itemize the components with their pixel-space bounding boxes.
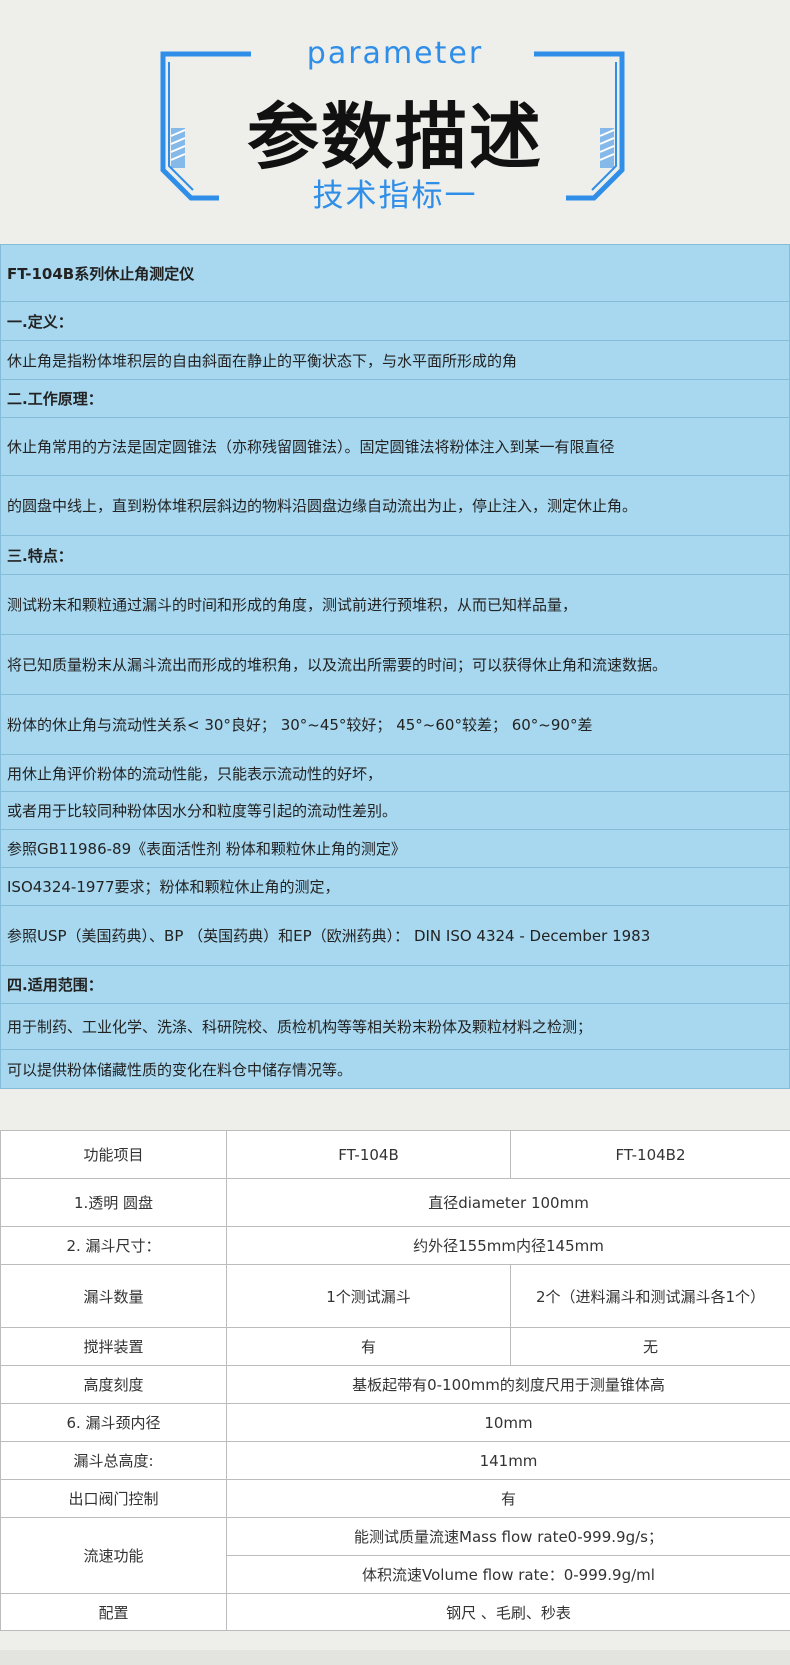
table-row: 配置 钢尺 、毛刷、秒表 — [0, 1593, 790, 1631]
row-label: 漏斗数量 — [0, 1264, 227, 1328]
info-row: 参照USP（美国药典）、BP （英国药典）和EP（欧洲药典）： DIN ISO … — [1, 906, 789, 966]
table-row: 搅拌装置 有 无 — [0, 1327, 790, 1366]
row-value: 直径diameter 100mm — [226, 1178, 790, 1227]
info-row: 用休止角评价粉体的流动性能，只能表示流动性的好坏， — [1, 755, 789, 792]
info-row: 休止角是指粉体堆积层的自由斜面在静止的平衡状态下，与水平面所形成的角 — [1, 341, 789, 380]
info-row: 测试粉末和颗粒通过漏斗的时间和形成的角度，测试前进行预堆积，从而已知样品量， — [1, 575, 789, 635]
table-row: 2. 漏斗尺寸： 约外径155mm内径145mm — [0, 1226, 790, 1265]
row-value: 体积流速Volume flow rate：0-999.9g/ml — [226, 1555, 790, 1594]
table-header-row: 功能项目 FT-104B FT-104B2 — [0, 1130, 790, 1179]
table-row: 1.透明 圆盘 直径diameter 100mm — [0, 1178, 790, 1227]
header-subtitle-zh: 技术指标一 — [312, 178, 478, 214]
info-row: 参照GB11986-89《表面活性剂 粉体和颗粒休止角的测定》 — [1, 830, 789, 868]
info-row: 休止角常用的方法是固定圆锥法（亦称残留圆锥法）。固定圆锥法将粉体注入到某一有限直… — [1, 418, 789, 476]
table-row: 出口阀门控制 有 — [0, 1479, 790, 1518]
header-cell-item: 功能项目 — [0, 1130, 227, 1179]
row-label: 1.透明 圆盘 — [0, 1178, 227, 1227]
page-header: parameter 参数描述 技术指标一 — [0, 0, 790, 240]
row-value-model-2: 2个（进料漏斗和测试漏斗各1个） — [510, 1264, 790, 1328]
info-row: 或者用于比较同种粉体因水分和粒度等引起的流动性差别。 — [1, 792, 789, 830]
row-label: 出口阀门控制 — [0, 1479, 227, 1518]
row-label: 配置 — [0, 1593, 227, 1631]
info-row: 的圆盘中线上，直到粉体堆积层斜边的物料沿圆盘边缘自动流出为止，停止注入，测定休止… — [1, 476, 789, 536]
row-value: 基板起带有0-100mm的刻度尺用于测量锥体高 — [226, 1365, 790, 1404]
table-row: 6. 漏斗颈内径 10mm — [0, 1403, 790, 1442]
row-label: 高度刻度 — [0, 1365, 227, 1404]
info-row: 将已知质量粉末从漏斗流出而形成的堆积角，以及流出所需要的时间；可以获得休止角和流… — [1, 635, 789, 695]
info-row-heading-features: 三.特点： — [1, 536, 789, 575]
row-label: 漏斗总高度: — [0, 1441, 227, 1480]
info-row-product-name: FT-104B系列休止角测定仪 — [1, 245, 789, 302]
row-value-model-1: 有 — [226, 1327, 511, 1366]
row-value: 能测试质量流速Mass flow rate0-999.9g/s； — [226, 1517, 790, 1556]
info-row-heading-scope: 四.适用范围： — [1, 966, 789, 1004]
row-label: 流速功能 — [0, 1517, 227, 1594]
row-value-model-2: 无 — [510, 1327, 790, 1366]
page-title: 参数描述 — [246, 95, 543, 179]
info-row: 用于制药、工业化学、洗涤、科研院校、质检机构等等相关粉末粉体及颗粒材料之检测； — [1, 1004, 789, 1050]
bottom-band — [0, 1650, 790, 1665]
info-row-heading-principle: 二.工作原理： — [1, 380, 789, 418]
product-info-block: FT-104B系列休止角测定仪 一.定义： 休止角是指粉体堆积层的自由斜面在静止… — [0, 244, 790, 1089]
spec-table: 功能项目 FT-104B FT-104B2 1.透明 圆盘 直径diameter… — [0, 1130, 790, 1631]
header-cell-model-1: FT-104B — [226, 1130, 511, 1179]
header-subtitle-en: parameter — [306, 36, 484, 71]
info-row: 可以提供粉体储藏性质的变化在料仓中储存情况等。 — [7, 1060, 353, 1079]
row-value-model-1: 1个测试漏斗 — [226, 1264, 511, 1328]
row-value: 约外径155mm内径145mm — [226, 1226, 790, 1265]
row-value: 10mm — [226, 1403, 790, 1442]
info-row: 粉体的休止角与流动性关系< 30°良好； 30°~45°较好； 45°~60°较… — [1, 695, 789, 755]
row-label: 2. 漏斗尺寸： — [0, 1226, 227, 1265]
row-label: 6. 漏斗颈内径 — [0, 1403, 227, 1442]
table-row: 漏斗总高度: 141mm — [0, 1441, 790, 1480]
row-value: 有 — [226, 1479, 790, 1518]
table-row: 流速功能 能测试质量流速Mass flow rate0-999.9g/s； — [0, 1517, 790, 1594]
table-row: 高度刻度 基板起带有0-100mm的刻度尺用于测量锥体高 — [0, 1365, 790, 1404]
info-row-heading-definition: 一.定义： — [1, 302, 789, 341]
row-label: 搅拌装置 — [0, 1327, 227, 1366]
table-row: 漏斗数量 1个测试漏斗 2个（进料漏斗和测试漏斗各1个） — [0, 1264, 790, 1328]
header-cell-model-2: FT-104B2 — [510, 1130, 790, 1179]
row-value: 钢尺 、毛刷、秒表 — [226, 1593, 790, 1631]
info-row: ISO4324-1977要求；粉体和颗粒休止角的测定， — [1, 868, 789, 906]
row-value: 141mm — [226, 1441, 790, 1480]
